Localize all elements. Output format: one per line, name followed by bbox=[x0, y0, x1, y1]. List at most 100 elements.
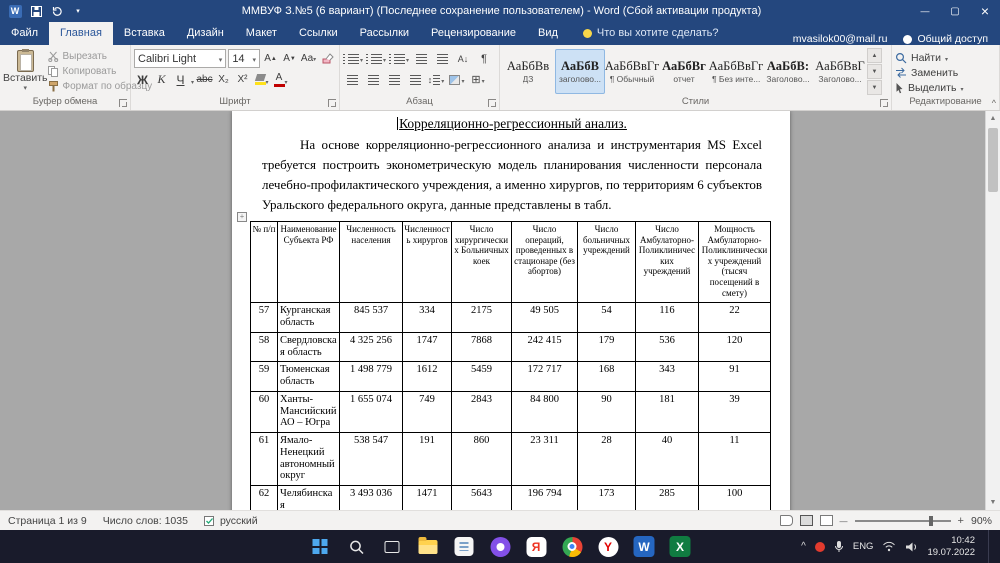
gallery-scroll-down-icon[interactable]: ▼ bbox=[867, 64, 882, 79]
strikethrough-button[interactable]: abc bbox=[196, 70, 213, 89]
select-button[interactable]: Выделить bbox=[895, 80, 996, 95]
underline-button[interactable]: Ч bbox=[172, 70, 189, 89]
word-count[interactable]: Число слов: 1035 bbox=[95, 515, 196, 527]
tray-antivirus-icon[interactable] bbox=[815, 542, 825, 552]
scrollbar-thumb[interactable] bbox=[988, 128, 998, 192]
style-item[interactable]: АаБбВзаголово... bbox=[555, 49, 605, 94]
app-window-button[interactable] bbox=[452, 534, 477, 559]
tab-Рассылки[interactable]: Рассылки bbox=[349, 22, 420, 45]
account-email[interactable]: mvasilok00@mail.ru bbox=[793, 33, 888, 45]
style-item[interactable]: АаБбВвГг¶ Обычный bbox=[607, 49, 657, 94]
web-layout-icon[interactable] bbox=[820, 515, 833, 526]
zoom-out-icon[interactable] bbox=[840, 515, 848, 527]
show-desktop-button[interactable] bbox=[988, 530, 992, 563]
undo-icon[interactable] bbox=[49, 3, 65, 19]
font-size-select[interactable]: 14 bbox=[228, 49, 260, 68]
tell-me-box[interactable]: Что вы хотите сделать? bbox=[583, 22, 719, 45]
tray-chevron-icon[interactable]: ^ bbox=[801, 541, 806, 552]
zoom-level[interactable]: 90% bbox=[971, 515, 992, 527]
document-page[interactable]: Корреляционно-регрессионный анализ. На о… bbox=[232, 111, 790, 510]
language-status[interactable]: русский bbox=[196, 515, 266, 527]
tab-Вставка[interactable]: Вставка bbox=[113, 22, 176, 45]
taskbar-search-button[interactable] bbox=[344, 534, 369, 559]
underline-dropdown-icon[interactable] bbox=[191, 71, 194, 89]
excel-taskbar-button[interactable] bbox=[668, 534, 693, 559]
word-taskbar-button[interactable] bbox=[632, 534, 657, 559]
align-center-button[interactable] bbox=[364, 71, 382, 89]
table-move-handle[interactable] bbox=[237, 212, 247, 222]
tab-Главная[interactable]: Главная bbox=[49, 22, 113, 45]
style-item[interactable]: АаБбВвГЗаголово... bbox=[815, 49, 865, 94]
clear-formatting-button[interactable] bbox=[319, 49, 336, 68]
borders-button[interactable]: ⊞ bbox=[469, 71, 487, 89]
read-mode-icon[interactable] bbox=[780, 515, 793, 526]
close-button[interactable] bbox=[970, 0, 1000, 22]
save-icon[interactable] bbox=[28, 3, 44, 19]
bullet-list-button[interactable] bbox=[343, 50, 363, 68]
file-explorer-button[interactable] bbox=[416, 534, 441, 559]
chrome-button[interactable] bbox=[560, 534, 585, 559]
tab-Вид[interactable]: Вид bbox=[527, 22, 569, 45]
bold-button[interactable]: Ж bbox=[134, 70, 151, 89]
subscript-button[interactable]: Х₂ bbox=[215, 70, 232, 89]
yandex-button[interactable] bbox=[596, 534, 621, 559]
minimize-button[interactable] bbox=[910, 0, 940, 22]
style-item[interactable]: АаБбВвДЗ bbox=[503, 49, 553, 94]
multilevel-list-button[interactable] bbox=[389, 50, 409, 68]
quick-access-dropdown-icon[interactable]: ▾ bbox=[70, 3, 86, 19]
maximize-button[interactable] bbox=[940, 0, 970, 22]
font-color-button[interactable]: А bbox=[272, 70, 289, 89]
font-family-select[interactable]: Calibri Light bbox=[134, 49, 226, 68]
share-button[interactable]: Общий доступ bbox=[903, 33, 988, 45]
scroll-up-icon[interactable]: ▲ bbox=[986, 111, 1000, 126]
align-left-button[interactable] bbox=[343, 71, 361, 89]
sort-button[interactable]: А↓ bbox=[454, 50, 472, 68]
paragraph-dialog-launcher-icon[interactable] bbox=[488, 99, 496, 107]
numbered-list-button[interactable] bbox=[366, 50, 386, 68]
replace-button[interactable]: Заменить bbox=[895, 65, 996, 80]
show-marks-button[interactable]: ¶ bbox=[475, 50, 493, 68]
find-button[interactable]: Найти bbox=[895, 50, 996, 65]
collapse-ribbon-icon[interactable]: ^ bbox=[992, 98, 996, 108]
zoom-in-icon[interactable] bbox=[958, 515, 964, 527]
messenger-button[interactable] bbox=[488, 534, 513, 559]
style-item[interactable]: АаБбВ:Заголово... bbox=[763, 49, 813, 94]
start-button[interactable] bbox=[308, 534, 333, 559]
styles-dialog-launcher-icon[interactable] bbox=[880, 99, 888, 107]
page-indicator[interactable]: Страница 1 из 9 bbox=[0, 515, 95, 527]
zoom-slider-thumb[interactable] bbox=[929, 516, 933, 526]
task-view-button[interactable] bbox=[380, 534, 405, 559]
gallery-more-icon[interactable]: ▼ bbox=[867, 80, 882, 95]
paste-dropdown-icon[interactable]: ▾ bbox=[24, 84, 28, 92]
scroll-down-icon[interactable]: ▼ bbox=[986, 495, 1000, 510]
justify-button[interactable] bbox=[406, 71, 424, 89]
grow-font-button[interactable]: А▲ bbox=[262, 49, 279, 68]
tab-Файл[interactable]: Файл bbox=[0, 22, 49, 45]
tab-Макет[interactable]: Макет bbox=[235, 22, 288, 45]
shading-button[interactable] bbox=[448, 71, 466, 89]
clipboard-dialog-launcher-icon[interactable] bbox=[119, 99, 127, 107]
font-dialog-launcher-icon[interactable] bbox=[328, 99, 336, 107]
taskbar-clock[interactable]: 10:42 19.07.2022 bbox=[927, 535, 975, 559]
print-layout-icon[interactable] bbox=[800, 515, 813, 526]
vertical-scrollbar[interactable]: ▲ ▼ bbox=[985, 111, 1000, 510]
tab-Дизайн[interactable]: Дизайн bbox=[176, 22, 235, 45]
decrease-indent-button[interactable] bbox=[412, 50, 430, 68]
tab-Ссылки[interactable]: Ссылки bbox=[288, 22, 349, 45]
change-case-button[interactable]: Аа bbox=[300, 49, 317, 68]
zoom-slider[interactable] bbox=[855, 520, 951, 522]
style-item[interactable]: АаБбВвГг¶ Без инте... bbox=[711, 49, 761, 94]
tray-mic-icon[interactable] bbox=[834, 540, 844, 553]
increase-indent-button[interactable] bbox=[433, 50, 451, 68]
tab-Рецензирование[interactable]: Рецензирование bbox=[420, 22, 527, 45]
word-app-icon[interactable] bbox=[7, 3, 23, 19]
italic-button[interactable]: К bbox=[153, 70, 170, 89]
style-item[interactable]: АаБбВготчет bbox=[659, 49, 709, 94]
tray-network-icon[interactable] bbox=[882, 541, 896, 552]
yandex-browser-button[interactable] bbox=[524, 534, 549, 559]
paste-button[interactable]: Вставить ▾ bbox=[3, 48, 48, 95]
align-right-button[interactable] bbox=[385, 71, 403, 89]
gallery-scroll-up-icon[interactable]: ▲ bbox=[867, 48, 882, 63]
shrink-font-button[interactable]: А▼ bbox=[281, 49, 298, 68]
language-indicator[interactable]: ENG bbox=[853, 541, 874, 552]
